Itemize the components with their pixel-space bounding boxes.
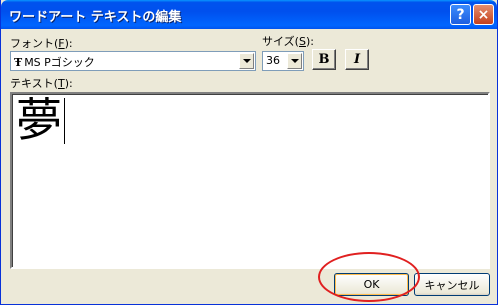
chevron-down-icon[interactable]: [239, 53, 254, 69]
text-caret: [64, 98, 65, 144]
font-label: フォント(F):: [10, 37, 73, 50]
font-select[interactable]: Ŧ MS Pゴシック: [10, 51, 256, 71]
truetype-font-icon: Ŧ: [14, 56, 23, 69]
close-icon: ×: [477, 6, 490, 23]
chevron-down-icon[interactable]: [287, 53, 302, 69]
italic-button[interactable]: I: [345, 49, 369, 70]
wordart-edit-dialog: ワードアート テキストの編集 ? × フォント(F): Ŧ MS Pゴシック サイ…: [0, 0, 498, 305]
close-button[interactable]: ×: [473, 4, 494, 25]
help-icon: ?: [456, 6, 465, 23]
size-value: 36: [266, 54, 280, 67]
size-select[interactable]: 36: [262, 51, 304, 71]
bold-icon: B: [318, 52, 330, 67]
text-label: テキスト(T):: [10, 77, 73, 90]
wordart-text-input[interactable]: 夢: [10, 92, 490, 269]
title-bar: ワードアート テキストの編集 ? ×: [1, 0, 497, 29]
text-value: 夢: [16, 93, 62, 147]
bold-button[interactable]: B: [312, 49, 336, 70]
italic-icon: I: [353, 52, 361, 67]
font-value: MS Pゴシック: [24, 56, 95, 69]
cancel-button[interactable]: キャンセル: [414, 273, 490, 296]
window-title: ワードアート テキストの編集: [9, 10, 182, 25]
help-button[interactable]: ?: [450, 4, 471, 25]
size-label: サイズ(S):: [262, 35, 314, 48]
ok-button[interactable]: OK: [334, 273, 409, 296]
